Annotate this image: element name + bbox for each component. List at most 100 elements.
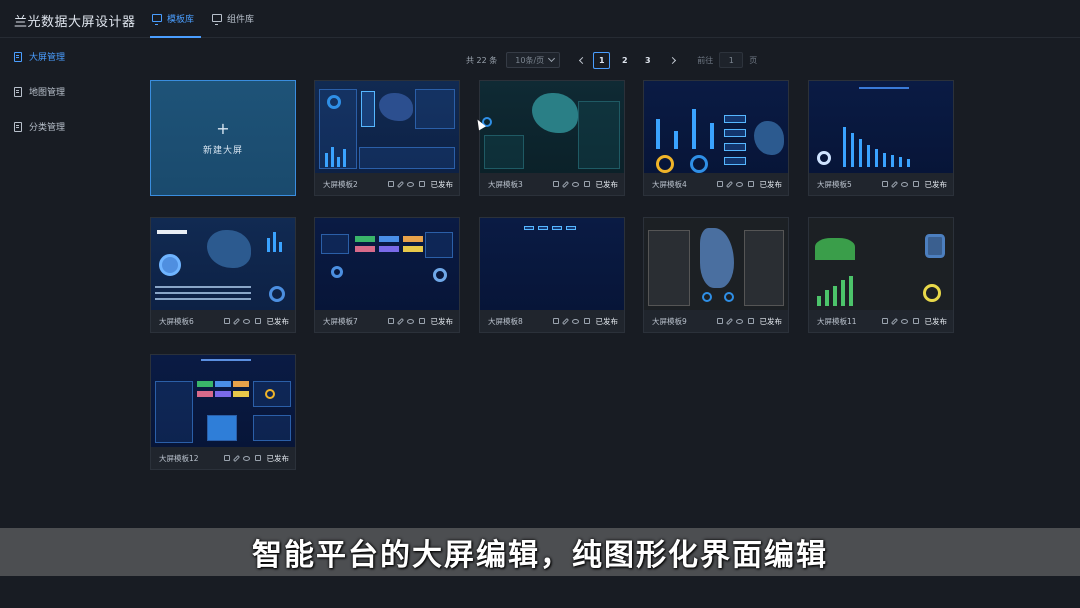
delete-icon[interactable] (881, 318, 888, 324)
next-page-icon[interactable] (669, 56, 677, 64)
edit-icon[interactable] (890, 317, 898, 325)
subtitle-text: 智能平台的大屏编辑，纯图形化界面编辑 (252, 538, 828, 573)
goto-page-input[interactable]: 1 (719, 52, 744, 68)
document-icon (14, 51, 22, 62)
page-button-2[interactable]: 2 (616, 52, 633, 69)
sidebar-item-label: 分类管理 (29, 123, 66, 133)
pagination: 共 22 条 10条/页 1 2 3 前往 1 页 (466, 51, 757, 69)
tab-template-library[interactable]: 模板库 (150, 12, 201, 38)
preview-icon[interactable] (571, 318, 579, 324)
template-thumbnail[interactable] (480, 81, 624, 173)
template-name: 大屏模板5 (817, 179, 852, 189)
card-footer: 大屏模板9 已发布 (644, 310, 788, 332)
template-card[interactable]: 大屏模板11 已发布 (808, 217, 954, 333)
app-title: 兰光数据大屏设计器 (14, 15, 136, 30)
edit-icon[interactable] (561, 180, 569, 188)
template-card[interactable]: 大屏模板9 已发布 (643, 217, 789, 333)
copy-icon[interactable] (912, 318, 919, 324)
status-badge: 已发布 (595, 316, 619, 326)
template-card[interactable]: 大屏模板4 已发布 (643, 80, 789, 196)
template-name: 大屏模板3 (488, 179, 523, 189)
preview-icon[interactable] (242, 455, 250, 461)
edit-icon[interactable] (396, 317, 404, 325)
edit-icon[interactable] (396, 180, 404, 188)
copy-icon[interactable] (254, 455, 261, 461)
page-size-select[interactable]: 10条/页 (506, 52, 561, 68)
sidebar-item-category-management[interactable]: 分类管理 (14, 120, 65, 133)
template-thumbnail[interactable] (809, 81, 953, 173)
monitor-icon (152, 14, 162, 25)
template-card[interactable]: 大屏模板6 已发布 (150, 217, 296, 333)
template-thumbnail[interactable] (151, 355, 295, 447)
edit-icon[interactable] (725, 180, 733, 188)
template-thumbnail[interactable] (480, 218, 624, 310)
card-footer: 大屏模板6 已发布 (151, 310, 295, 332)
sidebar-item-map-management[interactable]: 地图管理 (14, 85, 65, 98)
template-name: 大屏模板4 (652, 179, 687, 189)
edit-icon[interactable] (232, 317, 240, 325)
template-name: 大屏模板6 (159, 316, 194, 326)
edit-icon[interactable] (561, 317, 569, 325)
preview-icon[interactable] (242, 318, 250, 324)
copy-icon[interactable] (583, 181, 590, 187)
copy-icon[interactable] (747, 181, 754, 187)
sidebar-item-screen-management[interactable]: 大屏管理 (14, 50, 65, 63)
template-card[interactable]: 大屏模板8 已发布 (479, 217, 625, 333)
preview-icon[interactable] (571, 181, 579, 187)
page-button-1[interactable]: 1 (593, 51, 611, 69)
copy-icon[interactable] (418, 181, 425, 187)
template-name: 大屏模板11 (817, 316, 857, 326)
template-card[interactable]: 大屏模板5 已发布 (808, 80, 954, 196)
prev-page-icon[interactable] (579, 56, 587, 64)
delete-icon[interactable] (552, 318, 559, 324)
template-thumbnail[interactable] (315, 218, 459, 310)
template-thumbnail[interactable] (644, 81, 788, 173)
tab-component-library[interactable]: 组件库 (212, 12, 254, 38)
preview-icon[interactable] (735, 181, 743, 187)
status-badge: 已发布 (595, 179, 619, 189)
delete-icon[interactable] (387, 318, 394, 324)
card-footer: 大屏模板8 已发布 (480, 310, 624, 332)
preview-icon[interactable] (406, 181, 414, 187)
template-name: 大屏模板12 (159, 453, 199, 463)
status-badge: 已发布 (266, 453, 290, 463)
delete-icon[interactable] (881, 181, 888, 187)
preview-icon[interactable] (735, 318, 743, 324)
preview-icon[interactable] (900, 318, 908, 324)
status-badge: 已发布 (759, 316, 783, 326)
copy-icon[interactable] (583, 318, 590, 324)
template-name: 大屏模板8 (488, 316, 523, 326)
template-card[interactable]: 大屏模板12 已发布 (150, 354, 296, 470)
delete-icon[interactable] (223, 455, 230, 461)
video-subtitle: 智能平台的大屏编辑，纯图形化界面编辑 (0, 528, 1080, 576)
template-thumbnail[interactable] (644, 218, 788, 310)
preview-icon[interactable] (900, 181, 908, 187)
copy-icon[interactable] (747, 318, 754, 324)
preview-icon[interactable] (406, 318, 414, 324)
template-thumbnail[interactable] (315, 81, 459, 173)
edit-icon[interactable] (890, 180, 898, 188)
edit-icon[interactable] (725, 317, 733, 325)
template-thumbnail[interactable] (809, 218, 953, 310)
delete-icon[interactable] (387, 181, 394, 187)
status-badge: 已发布 (430, 316, 454, 326)
page-button-3[interactable]: 3 (639, 52, 656, 69)
document-icon (14, 121, 22, 132)
template-card[interactable]: 大屏模板7 已发布 (314, 217, 460, 333)
template-thumbnail[interactable] (151, 218, 295, 310)
delete-icon[interactable] (716, 181, 723, 187)
template-card[interactable]: 大屏模板3 已发布 (479, 80, 625, 196)
edit-icon[interactable] (232, 454, 240, 462)
copy-icon[interactable] (418, 318, 425, 324)
copy-icon[interactable] (254, 318, 261, 324)
delete-icon[interactable] (716, 318, 723, 324)
new-screen-card[interactable]: + 新建大屏 (150, 80, 296, 196)
copy-icon[interactable] (912, 181, 919, 187)
delete-icon[interactable] (223, 318, 230, 324)
template-card[interactable]: 大屏模板2 已发布 (314, 80, 460, 196)
status-badge: 已发布 (266, 316, 290, 326)
template-name: 大屏模板2 (323, 179, 358, 189)
page-size-value: 10条/页 (515, 55, 545, 65)
delete-icon[interactable] (552, 181, 559, 187)
goto-unit: 页 (749, 55, 758, 65)
